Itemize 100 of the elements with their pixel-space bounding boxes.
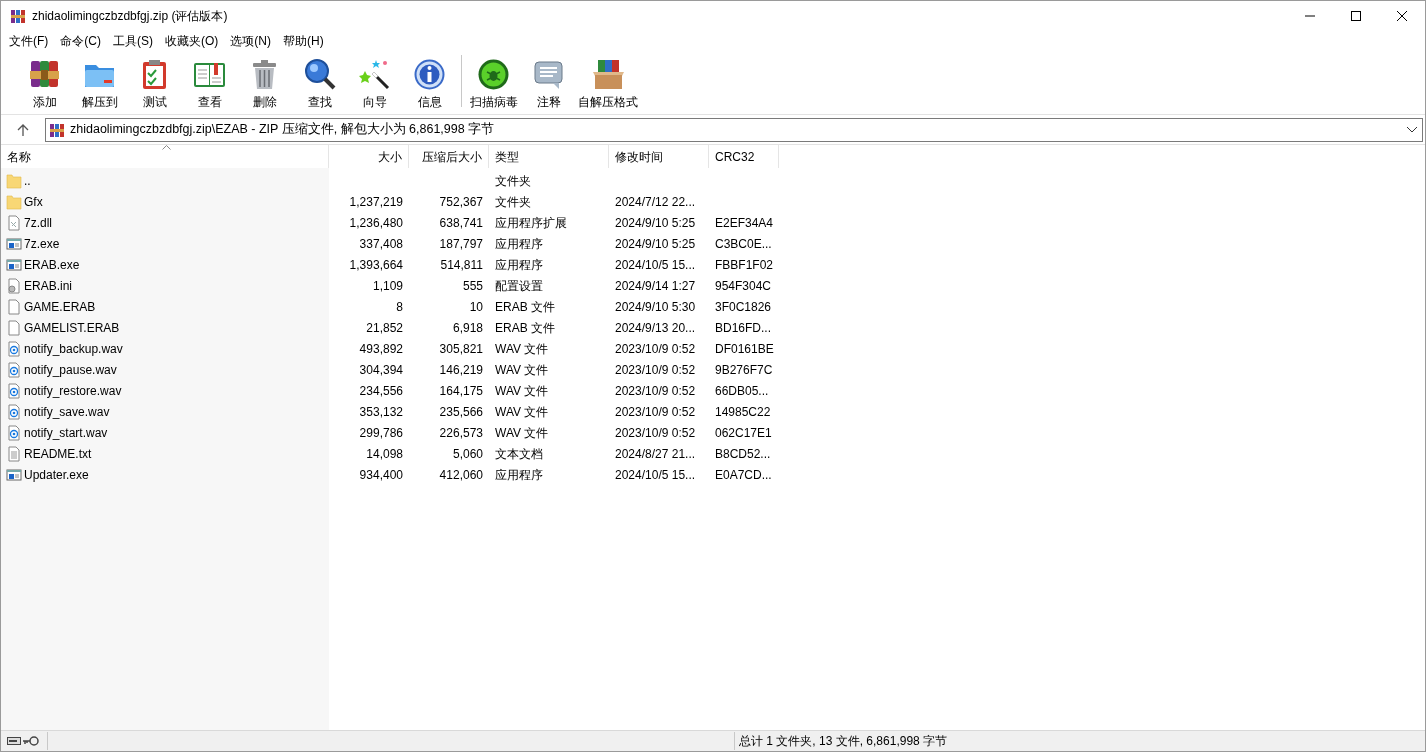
toolbar-button[interactable]: 自解压格式 bbox=[576, 57, 640, 110]
address-field[interactable]: zhidaolimingczbzdbfgj.zip\EZAB - ZIP 压缩文件, 解包大小为 6,861,998 字节 bbox=[45, 117, 1423, 142]
file-name[interactable]: ERAB.ini bbox=[24, 276, 73, 295]
file-name[interactable]: notify_restore.wav bbox=[24, 381, 122, 400]
dropdown-icon[interactable] bbox=[1407, 126, 1417, 133]
table-cell-text: E2EF34A4 bbox=[715, 214, 774, 232]
file-name[interactable]: ERAB.exe bbox=[24, 255, 80, 274]
status-summary: 总计 1 文件夹, 13 文件, 6,861,998 字节 bbox=[739, 733, 949, 750]
file-name[interactable]: 7z.exe bbox=[24, 234, 60, 253]
file-name[interactable]: .. bbox=[24, 171, 31, 190]
column-header[interactable]: 修改时间 bbox=[609, 145, 709, 168]
table-cell-text: 1,236,480 bbox=[349, 214, 403, 232]
table-cell-text: 文件夹 bbox=[495, 172, 531, 190]
table-cell-text: 9B276F7C bbox=[715, 361, 773, 379]
address-path: zhidaolimingczbzdbfgj.zip\EZAB - ZIP 压缩文件, 解包大小为 6,861,998 字节 bbox=[70, 121, 496, 139]
toolbar-button[interactable]: 解压到 bbox=[72, 57, 127, 110]
toolbar-button[interactable]: 测试 bbox=[127, 57, 182, 110]
table-cell-text: 8 bbox=[396, 298, 403, 316]
table-cell-text: 3F0C1826 bbox=[715, 298, 772, 316]
file-name[interactable]: README.txt bbox=[24, 444, 92, 463]
menu-item[interactable]: 命令(C) bbox=[54, 31, 107, 51]
toolbar-button[interactable]: 查看 bbox=[182, 57, 237, 110]
table-cell-text: 1,237,219 bbox=[349, 193, 403, 211]
table-cell-text: 66DB05... bbox=[715, 382, 769, 400]
table-cell-text: 5,060 bbox=[452, 445, 483, 463]
table-cell-text: 146,219 bbox=[439, 361, 483, 379]
table-cell-text: 954F304C bbox=[715, 277, 772, 295]
column-header[interactable]: CRC32 bbox=[709, 145, 779, 168]
table-cell-text: 638,741 bbox=[439, 214, 483, 232]
drive-icon bbox=[7, 737, 21, 745]
column-header[interactable]: 压缩后大小 bbox=[409, 145, 489, 168]
file-icon bbox=[6, 403, 22, 420]
file-icon bbox=[6, 424, 22, 441]
file-name[interactable]: Gfx bbox=[24, 192, 43, 211]
table-cell-text: ERAB 文件 bbox=[495, 298, 555, 316]
table-cell-text: WAV 文件 bbox=[495, 361, 549, 379]
table-cell-text: 305,821 bbox=[439, 340, 483, 358]
table-cell-text: 2024/9/14 1:27 bbox=[615, 277, 696, 295]
table-cell-text: 2023/10/9 0:52 bbox=[615, 403, 696, 421]
menu-item[interactable]: 选项(N) bbox=[224, 31, 277, 51]
table-cell-text: 应用程序 bbox=[495, 235, 543, 253]
file-name[interactable]: GAME.ERAB bbox=[24, 297, 96, 316]
table-cell-text: WAV 文件 bbox=[495, 424, 549, 442]
file-name[interactable]: GAMELIST.ERAB bbox=[24, 318, 120, 337]
toolbar-button[interactable]: 向导 bbox=[347, 57, 402, 110]
table-cell-text: 应用程序 bbox=[495, 466, 543, 484]
key-icon bbox=[23, 736, 39, 746]
table-cell-text: 文本文档 bbox=[495, 445, 543, 463]
menu-item[interactable]: 工具(S) bbox=[107, 31, 159, 51]
table-cell-text: 234,556 bbox=[359, 382, 403, 400]
table-cell-text: B8CD52... bbox=[715, 445, 771, 463]
file-icon bbox=[6, 340, 22, 357]
column-header[interactable]: 名称 bbox=[1, 145, 329, 168]
toolbar-button[interactable]: 注释 bbox=[521, 57, 576, 110]
file-name[interactable]: notify_backup.wav bbox=[24, 339, 123, 358]
toolbar-button[interactable]: 扫描病毒 bbox=[466, 57, 521, 110]
file-name[interactable]: notify_pause.wav bbox=[24, 360, 117, 379]
file-icon bbox=[6, 214, 22, 231]
table-cell-text: 21,852 bbox=[366, 319, 403, 337]
table-cell-text: 2024/7/12 22... bbox=[615, 193, 696, 211]
table-cell-text: ERAB 文件 bbox=[495, 319, 555, 337]
table-cell-text: 14985C22 bbox=[715, 403, 771, 421]
table-cell-text: 14,098 bbox=[366, 445, 403, 463]
menu-item[interactable]: 文件(F) bbox=[3, 31, 55, 51]
file-icon bbox=[6, 298, 22, 315]
menu-item[interactable]: 收藏夹(O) bbox=[159, 31, 225, 51]
toolbar-button[interactable]: 查找 bbox=[292, 57, 347, 110]
table-cell-text: 412,060 bbox=[439, 466, 483, 484]
table-cell-text: 226,573 bbox=[439, 424, 483, 442]
table-cell-text: 2024/9/10 5:30 bbox=[615, 298, 696, 316]
table-cell-text: E0A7CD... bbox=[715, 466, 772, 484]
table-cell-text: 2024/8/27 21... bbox=[615, 445, 696, 463]
menu-item[interactable]: 帮助(H) bbox=[277, 31, 330, 51]
table-cell-text: 应用程序扩展 bbox=[495, 214, 567, 232]
table-cell-text: 1,393,664 bbox=[349, 256, 403, 274]
table-cell-text: 164,175 bbox=[439, 382, 483, 400]
file-icon bbox=[6, 382, 22, 399]
table-cell-text: 2024/10/5 15... bbox=[615, 256, 696, 274]
file-icon bbox=[6, 235, 22, 252]
table-cell-text: 353,132 bbox=[359, 403, 403, 421]
file-icon bbox=[6, 256, 22, 273]
sfx-tool-icon bbox=[590, 57, 626, 92]
scan-tool-icon bbox=[476, 57, 511, 92]
table-cell-text: 文件夹 bbox=[495, 193, 531, 211]
column-header[interactable]: 大小 bbox=[329, 145, 409, 168]
table-cell-text: 555 bbox=[462, 277, 483, 295]
toolbar-button[interactable]: 信息 bbox=[402, 57, 457, 110]
table-cell-text: 2023/10/9 0:52 bbox=[615, 340, 696, 358]
table-cell-text: 2024/10/5 15... bbox=[615, 466, 696, 484]
file-name[interactable]: Updater.exe bbox=[24, 465, 89, 484]
toolbar-button[interactable]: 删除 bbox=[237, 57, 292, 110]
file-name[interactable]: notify_save.wav bbox=[24, 402, 110, 421]
column-header[interactable]: 类型 bbox=[489, 145, 609, 168]
file-name[interactable]: notify_start.wav bbox=[24, 423, 108, 442]
table-cell-text: C3BC0E... bbox=[715, 235, 772, 253]
table-cell-text: 2023/10/9 0:52 bbox=[615, 361, 696, 379]
table-cell-text: 2023/10/9 0:52 bbox=[615, 382, 696, 400]
table-cell-text: 2023/10/9 0:52 bbox=[615, 424, 696, 442]
file-name[interactable]: 7z.dll bbox=[24, 213, 52, 232]
toolbar-button[interactable]: 添加 bbox=[17, 57, 72, 110]
